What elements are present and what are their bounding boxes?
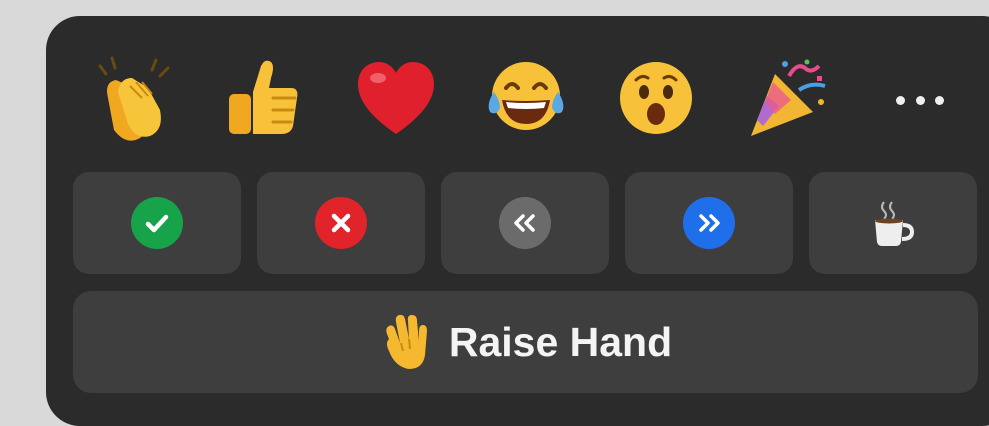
cross-icon <box>315 197 367 249</box>
tears-of-joy-icon <box>488 62 564 130</box>
speed-up-icon <box>683 197 735 249</box>
speed-up-feedback-button[interactable] <box>625 172 793 274</box>
raised-hand-icon <box>386 314 427 369</box>
surprised-face-icon <box>620 62 692 134</box>
coffee-break-button[interactable] <box>809 172 977 274</box>
reactions-panel: Raise Hand <box>46 16 989 426</box>
ellipsis-icon <box>935 95 944 105</box>
slow-down-feedback-button[interactable] <box>441 172 609 274</box>
yes-feedback-button[interactable] <box>73 172 241 274</box>
clapping-hands-icon <box>98 56 170 141</box>
emoji-reactions-row <box>46 16 989 168</box>
surprised-reaction-button[interactable] <box>608 50 704 146</box>
heart-reaction-button[interactable] <box>348 50 444 146</box>
raise-hand-button[interactable]: Raise Hand <box>73 291 978 393</box>
thumbs-up-reaction-button[interactable] <box>215 50 311 146</box>
ellipsis-icon <box>915 95 925 105</box>
celebrate-reaction-button[interactable] <box>740 50 836 146</box>
check-icon <box>131 197 183 249</box>
thumbs-up-icon <box>229 60 298 134</box>
raise-hand-label: Raise Hand <box>448 318 673 365</box>
party-popper-icon <box>751 59 826 136</box>
more-reactions-button[interactable] <box>896 82 944 118</box>
ellipsis-icon <box>896 95 905 105</box>
red-heart-icon <box>358 62 434 134</box>
slow-down-icon <box>499 197 551 249</box>
coffee-cup-icon <box>875 201 915 246</box>
laugh-reaction-button[interactable] <box>478 50 574 146</box>
no-feedback-button[interactable] <box>257 172 425 274</box>
clap-reaction-button[interactable] <box>86 50 182 146</box>
